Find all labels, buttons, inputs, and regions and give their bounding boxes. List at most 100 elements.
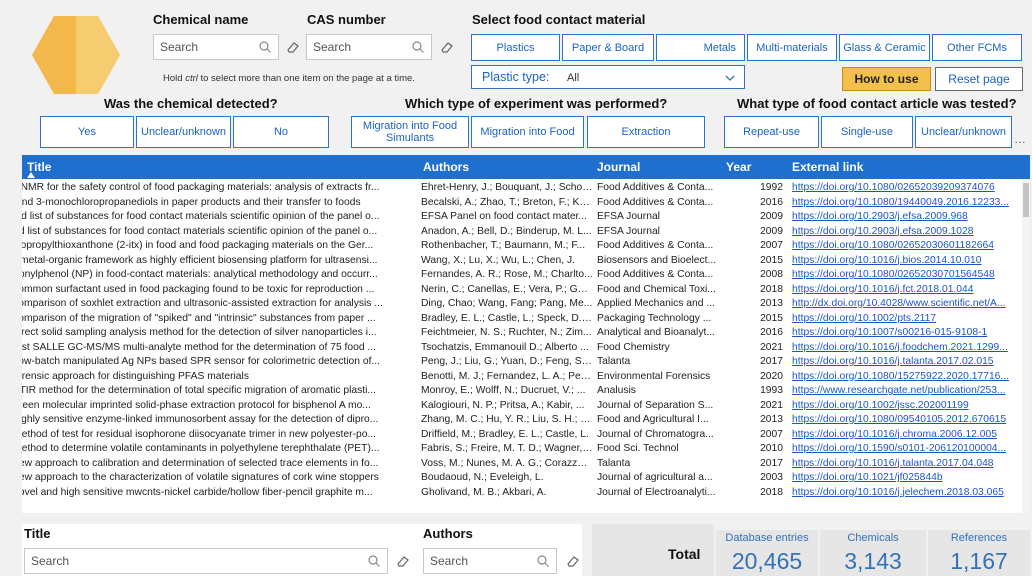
article-repeat-use-button[interactable]: Repeat-use (724, 116, 819, 148)
detected-unclear-button[interactable]: Unclear/unknown (136, 116, 231, 148)
search-icon (368, 555, 380, 567)
chemical-name-search[interactable]: Search (153, 34, 279, 60)
experiment-simulants-button[interactable]: Migration into Food Simulants (351, 116, 469, 148)
experiment-extraction-button[interactable]: Extraction (587, 116, 705, 148)
table-row[interactable]: A forensic approach for distinguishing P… (22, 370, 1012, 385)
cell-link[interactable]: https://doi.org/10.2903/j.efsa.2009.1028 (792, 225, 1012, 240)
fcm-paper-board-button[interactable]: Paper & Board (562, 34, 654, 61)
table-row[interactable]: A green molecular imprinted solid-phase … (22, 399, 1012, 414)
cell-link[interactable]: https://doi.org/10.1016/j.chroma.2006.12… (792, 428, 1012, 443)
fcm-other-button[interactable]: Other FCMs (932, 34, 1022, 61)
cell-link[interactable]: https://doi.org/10.1021/jf025844b (792, 471, 1012, 486)
cell-link[interactable]: https://doi.org/10.1016/j.jelechem.2018.… (792, 486, 1012, 501)
cell-link[interactable]: https://www.researchgate.net/publication… (792, 384, 1012, 399)
cell-journal: Food and Agricultural I... (597, 414, 709, 425)
cell-title: 3D metal-organic framework as highly eff… (22, 254, 378, 266)
table-row[interactable]: A common surfactant used in food packagi… (22, 283, 1012, 298)
col-link-header[interactable]: External link (792, 160, 863, 174)
fcm-multi-materials-button[interactable]: Multi-materials (747, 34, 837, 61)
cell-journal: Food Chemistry (597, 341, 670, 353)
article-single-use-button[interactable]: Single-use (821, 116, 913, 148)
cell-authors: Rothenbacher, T.; Baumann, M.; F... (421, 240, 586, 251)
cell-link[interactable]: https://doi.org/10.1016/j.bios.2014.10.0… (792, 254, 1012, 269)
table-row[interactable]: A new approach to calibration and determ… (22, 457, 1012, 472)
cell-journal: Talanta (597, 356, 631, 367)
title-filter-label: Title (24, 526, 51, 541)
table-row[interactable]: 4-nonylphenol (NP) in food-contact mater… (22, 268, 1012, 283)
col-journal-header[interactable]: Journal (597, 160, 640, 174)
eraser-icon[interactable] (566, 554, 580, 568)
table-row[interactable]: 23rd list of substances for food contact… (22, 225, 1012, 240)
cell-link[interactable]: https://doi.org/10.1080/0265203070156454… (792, 268, 1012, 283)
table-row[interactable]: A method of test for residual isophorone… (22, 428, 1012, 443)
cell-journal: Analusis (597, 385, 636, 396)
scrollbar-thumb[interactable] (1023, 183, 1029, 217)
table-row[interactable]: A direct solid sampling analysis method … (22, 326, 1012, 341)
cell-link[interactable]: https://doi.org/10.2903/j.efsa.2009.968 (792, 210, 1012, 225)
cell-link[interactable]: https://doi.org/10.1002/jssc.202001199 (792, 399, 1012, 414)
table-row[interactable]: A comparison of the migration of "spiked… (22, 312, 1012, 327)
table-row[interactable]: 1H-NMR for the safety control of food pa… (22, 181, 1012, 196)
table-row[interactable]: A method to determine volatile contamina… (22, 442, 1012, 457)
cell-year: 2013 (760, 298, 783, 309)
table-row[interactable]: A comparison of soxhlet extraction and u… (22, 297, 1012, 312)
table-row[interactable]: A highly sensitive enzyme-linked immunos… (22, 413, 1012, 428)
table-row[interactable]: A fast SALLE GC-MS/MS multi-analyte meth… (22, 341, 1012, 356)
cell-link[interactable]: https://doi.org/10.1002/pts.2117 (792, 312, 1012, 327)
plastic-type-dropdown[interactable]: Plastic type: All (471, 65, 745, 89)
ctrl-hint: Hold ctrl to select more than one item o… (163, 73, 415, 84)
cell-link[interactable]: https://doi.org/10.1080/15275922.2020.17… (792, 370, 1012, 385)
cell-year: 2015 (760, 312, 783, 324)
table-row[interactable]: A new approach to the characterization o… (22, 471, 1012, 486)
table-row[interactable]: 2- and 3-monochloropropanediols in paper… (22, 196, 1012, 211)
eraser-icon[interactable] (286, 40, 300, 54)
cell-link[interactable]: https://doi.org/10.1016/j.foodchem.2021.… (792, 341, 1012, 356)
table-row[interactable]: A flow-batch manipulated Ag NPs based SP… (22, 355, 1012, 370)
more-icon[interactable]: … (1014, 132, 1026, 146)
table-row[interactable]: 22nd list of substances for food contact… (22, 210, 1012, 225)
col-year-header[interactable]: Year (726, 160, 751, 174)
experiment-food-button[interactable]: Migration into Food (471, 116, 584, 148)
cell-year: 2021 (760, 399, 783, 411)
table-scrollbar[interactable] (1022, 179, 1030, 513)
cas-number-search[interactable]: Search (306, 34, 432, 60)
detected-no-button[interactable]: No (233, 116, 329, 148)
chemical-name-placeholder: Search (160, 40, 199, 54)
cell-link[interactable]: https://doi.org/10.1590/s0101-2061201000… (792, 442, 1012, 457)
how-to-use-button[interactable]: How to use (842, 67, 931, 91)
total-label: Total (668, 546, 701, 562)
fcm-metals-button[interactable]: Metals (656, 34, 745, 61)
table-row[interactable]: 2-isopropylthioxanthone (2-itx) in food … (22, 239, 1012, 254)
article-unclear-button[interactable]: Unclear/unknown (915, 116, 1012, 148)
cell-authors: Wang, X.; Lu, X.; Wu, L.; Chen, J. (421, 254, 575, 266)
table-row[interactable]: A FTIR method for the determination of t… (22, 384, 1012, 399)
title-filter-search[interactable]: Search (24, 548, 388, 574)
cell-journal: Packaging Technology ... (597, 312, 712, 324)
cell-link[interactable]: https://doi.org/10.1080/19440049.2016.12… (792, 196, 1012, 211)
cell-journal: Biosensors and Bioelect... (597, 254, 717, 266)
cell-link[interactable]: https://doi.org/10.1007/s00216-015-9108-… (792, 326, 1012, 341)
authors-filter-label: Authors (423, 526, 473, 541)
detected-yes-button[interactable]: Yes (40, 116, 134, 148)
fcm-glass-ceramic-button[interactable]: Glass & Ceramic (839, 34, 930, 61)
table-row[interactable]: 3D metal-organic framework as highly eff… (22, 254, 1012, 269)
eraser-icon[interactable] (440, 40, 454, 54)
cell-link[interactable]: https://doi.org/10.1016/j.fct.2018.01.04… (792, 283, 1012, 298)
col-authors-header[interactable]: Authors (423, 160, 469, 174)
cell-link[interactable]: https://doi.org/10.1016/j.talanta.2017.0… (792, 457, 1012, 472)
cell-link[interactable]: http://dx.doi.org/10.4028/www.scientific… (792, 297, 1012, 312)
stat-references: References 1,167 (928, 530, 1030, 576)
sort-asc-icon (27, 172, 35, 178)
authors-filter-search[interactable]: Search (423, 548, 557, 574)
cell-link[interactable]: https://doi.org/10.1080/09540105.2012.67… (792, 413, 1012, 428)
cell-link[interactable]: https://doi.org/10.1080/0265203920937407… (792, 181, 1012, 196)
table-row[interactable]: A novel and high sensitive mwcnts-nickel… (22, 486, 1012, 501)
cell-authors: Nerin, C.; Canellas, E.; Vera, P.; Gar..… (421, 283, 593, 295)
fcm-plastics-button[interactable]: Plastics (471, 34, 560, 61)
cell-link[interactable]: https://doi.org/10.1080/0265203060118266… (792, 239, 1012, 254)
cell-title: A comparison of soxhlet extraction and u… (22, 298, 383, 309)
reset-page-button[interactable]: Reset page (935, 67, 1023, 91)
eraser-icon[interactable] (396, 554, 410, 568)
cell-link[interactable]: https://doi.org/10.1016/j.talanta.2017.0… (792, 355, 1012, 370)
cell-authors: Tsochatzis, Emmanouil D.; Alberto ... (421, 341, 589, 353)
